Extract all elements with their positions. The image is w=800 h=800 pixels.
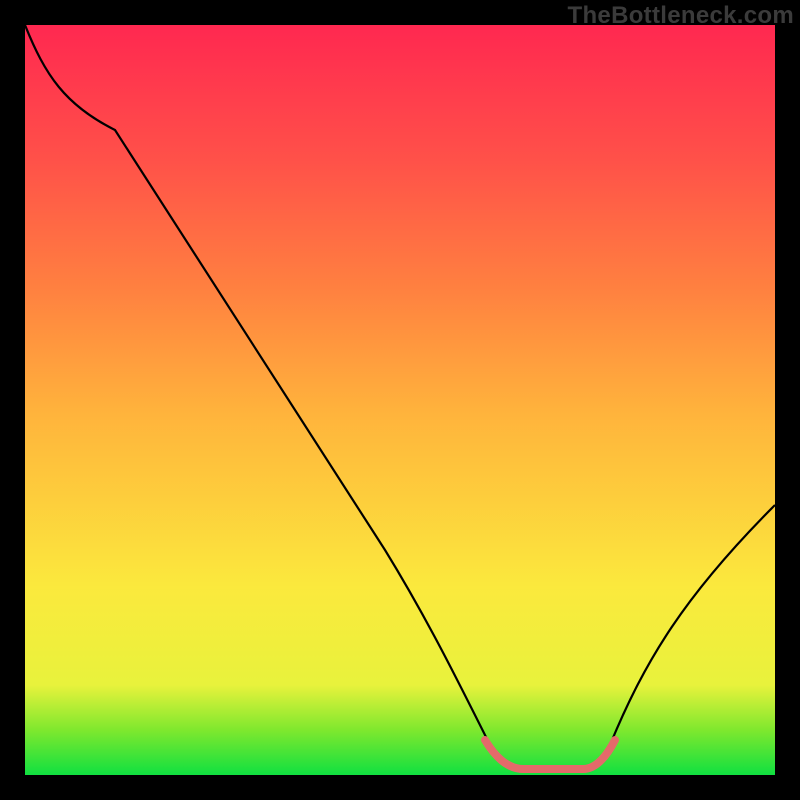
gradient-background <box>25 25 775 775</box>
chart-frame <box>25 25 775 775</box>
watermark-text: TheBottleneck.com <box>568 2 794 30</box>
